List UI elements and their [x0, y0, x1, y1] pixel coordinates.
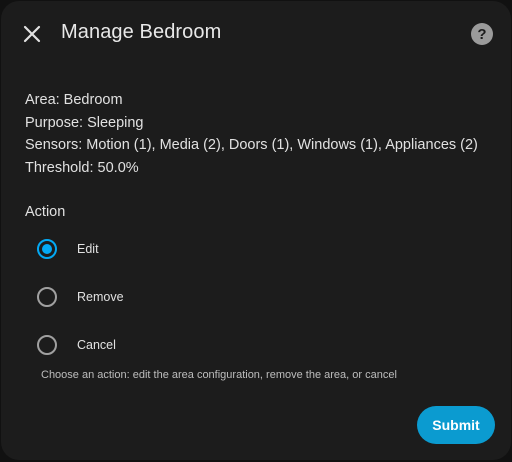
- close-button[interactable]: [17, 19, 47, 49]
- action-label: Action: [25, 204, 66, 220]
- manage-area-dialog: Manage Bedroom ? Area: Bedroom Purpose: …: [1, 1, 511, 460]
- purpose-text: Purpose: Sleeping: [25, 114, 144, 131]
- option-label-edit: Edit: [77, 242, 99, 256]
- action-helper-text: Choose an action: edit the area configur…: [41, 369, 397, 381]
- option-label-remove: Remove: [77, 290, 124, 304]
- help-circle-icon: ?: [477, 25, 487, 43]
- radio-remove[interactable]: [37, 287, 57, 307]
- area-info: Area: Bedroom Purpose: Sleeping Sensors:…: [25, 89, 478, 179]
- close-icon: [23, 25, 41, 43]
- help-button[interactable]: ?: [471, 23, 493, 45]
- submit-button[interactable]: Submit: [417, 406, 495, 444]
- radio-edit[interactable]: [37, 239, 57, 259]
- option-remove[interactable]: Remove: [37, 284, 124, 310]
- radio-cancel[interactable]: [37, 335, 57, 355]
- option-cancel[interactable]: Cancel: [37, 332, 116, 358]
- sensors-text: Sensors: Motion (1), Media (2), Doors (1…: [25, 137, 478, 153]
- dialog-title: Manage Bedroom: [61, 21, 222, 43]
- area-text: Area: Bedroom: [25, 92, 123, 108]
- threshold-text: Threshold: 50.0%: [25, 159, 139, 176]
- option-label-cancel: Cancel: [77, 338, 116, 352]
- option-edit[interactable]: Edit: [37, 236, 99, 262]
